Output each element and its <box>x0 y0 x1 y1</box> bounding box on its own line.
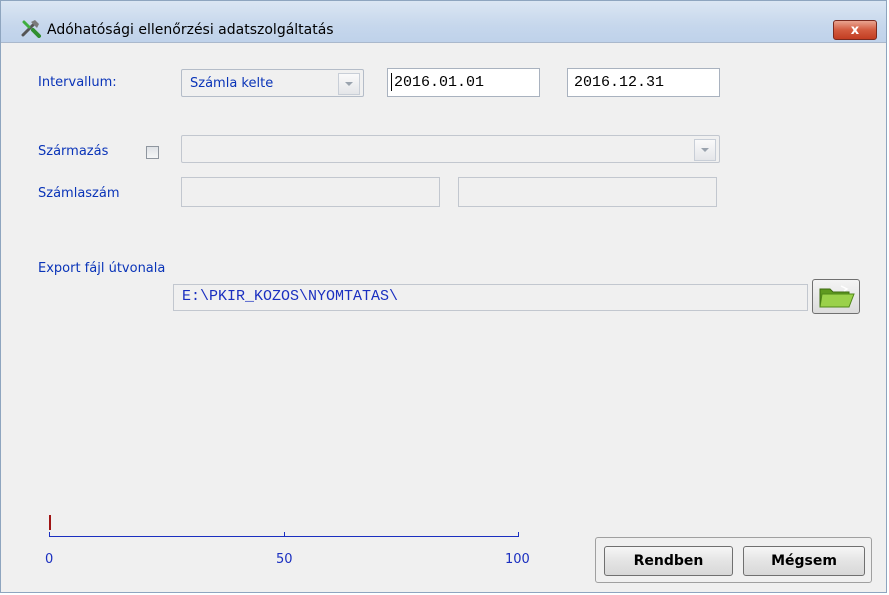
origin-checkbox[interactable] <box>146 146 159 159</box>
date-from-input[interactable]: 2016.01.01 <box>387 68 540 97</box>
progress-max-label: 100 <box>505 552 530 567</box>
close-icon: x <box>850 22 860 38</box>
ok-button[interactable]: Rendben <box>604 546 733 576</box>
browse-folder-button[interactable] <box>812 279 860 314</box>
interval-type-select[interactable]: Számla kelte <box>181 69 364 97</box>
tools-icon <box>21 20 41 38</box>
action-button-group: Rendben Mégsem <box>595 537 872 583</box>
invoice-number-label: Számlaszám <box>38 186 120 201</box>
progress-tick-50 <box>284 532 285 537</box>
invoice-number-from-input[interactable] <box>181 177 440 207</box>
title-bar: Adóhatósági ellenőrzési adatszolgáltatás… <box>1 1 886 43</box>
export-path-input[interactable]: E:\PKIR_KOZOS\NYOMTATAS\ <box>173 284 808 311</box>
window-title: Adóhatósági ellenőrzési adatszolgáltatás <box>47 22 334 38</box>
dialog-window: Adóhatósági ellenőrzési adatszolgáltatás… <box>0 0 887 593</box>
dialog-body: Intervallum: Számla kelte 2016.01.01 201… <box>9 43 882 588</box>
progress-min-label: 0 <box>45 552 54 567</box>
origin-select[interactable] <box>181 135 720 163</box>
folder-open-icon <box>819 285 855 308</box>
progress-marker <box>49 515 51 530</box>
close-button[interactable]: x <box>833 20 877 40</box>
progress-tick-0 <box>49 532 50 537</box>
progress-mid-label: 50 <box>276 552 293 567</box>
invoice-number-to-input[interactable] <box>458 177 717 207</box>
interval-label: Intervallum: <box>38 75 117 90</box>
export-path-label: Export fájl útvonala <box>38 261 166 276</box>
cancel-button[interactable]: Mégsem <box>743 546 865 576</box>
date-to-value: 2016.12.31 <box>574 74 665 91</box>
date-to-input[interactable]: 2016.12.31 <box>567 68 720 97</box>
progress-tick-100 <box>518 532 519 537</box>
export-path-value: E:\PKIR_KOZOS\NYOMTATAS\ <box>182 288 399 305</box>
chevron-down-icon[interactable] <box>694 139 716 161</box>
interval-type-value: Számla kelte <box>190 76 274 91</box>
origin-label: Származás <box>38 144 109 159</box>
chevron-down-icon[interactable] <box>338 73 360 95</box>
date-from-value: 2016.01.01 <box>394 74 485 91</box>
text-caret <box>391 73 392 91</box>
